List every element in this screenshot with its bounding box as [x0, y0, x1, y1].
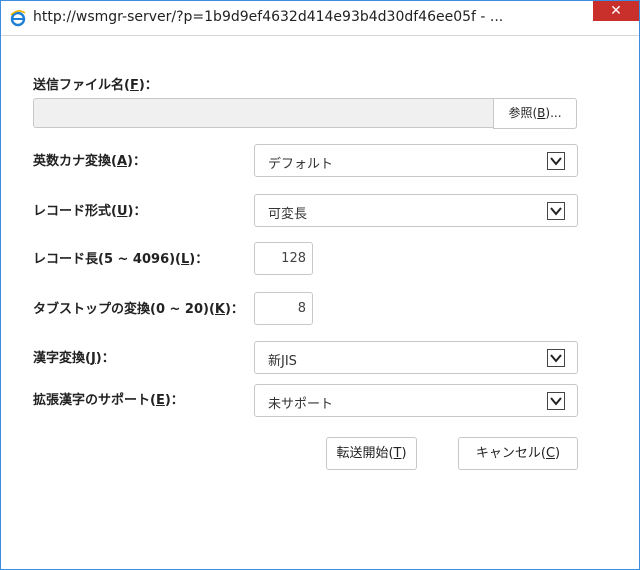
send-file-label: 送信ファイル名(F)：: [33, 78, 158, 93]
dialog-window: http://wsmgr-server/?p=1b9d9ef4632d414e9…: [0, 0, 640, 570]
alnum-kana-value: デフォルト: [268, 157, 334, 172]
record-length-input[interactable]: 128: [254, 242, 313, 275]
chevron-down-icon: [547, 152, 565, 170]
ext-kanji-label: 拡張漢字のサポート(E)：: [33, 393, 184, 408]
tab-stop-label: タブストップの変換(0 ~ 20)(K)：: [33, 302, 244, 317]
window-title: http://wsmgr-server/?p=1b9d9ef4632d414e9…: [33, 9, 504, 25]
kanji-value: 新JIS: [268, 354, 297, 369]
chevron-down-icon: [547, 349, 565, 367]
alnum-kana-label: 英数カナ変換(A)：: [33, 154, 146, 169]
ext-kanji-select[interactable]: 未サポート: [254, 384, 578, 417]
alnum-kana-select[interactable]: デフォルト: [254, 144, 578, 177]
tab-stop-input[interactable]: 8: [254, 292, 313, 325]
ie-icon: [9, 9, 27, 27]
record-format-select[interactable]: 可変長: [254, 194, 578, 227]
close-button[interactable]: ✕: [593, 1, 639, 21]
chevron-down-icon: [547, 202, 565, 220]
record-length-label: レコード長(5 ~ 4096)(L)：: [33, 252, 209, 267]
kanji-label: 漢字変換(J)：: [33, 351, 115, 366]
record-format-label: レコード形式(U)：: [33, 204, 147, 219]
send-file-input[interactable]: [33, 98, 493, 128]
record-format-value: 可変長: [268, 207, 308, 222]
ext-kanji-value: 未サポート: [268, 397, 334, 412]
title-bar: http://wsmgr-server/?p=1b9d9ef4632d414e9…: [1, 1, 639, 36]
browse-button[interactable]: 参照(B)...: [493, 98, 577, 129]
cancel-button[interactable]: キャンセル(C): [458, 437, 578, 470]
close-icon: ✕: [610, 3, 622, 19]
kanji-select[interactable]: 新JIS: [254, 341, 578, 374]
start-transfer-button[interactable]: 転送開始(T): [326, 437, 417, 470]
chevron-down-icon: [547, 392, 565, 410]
